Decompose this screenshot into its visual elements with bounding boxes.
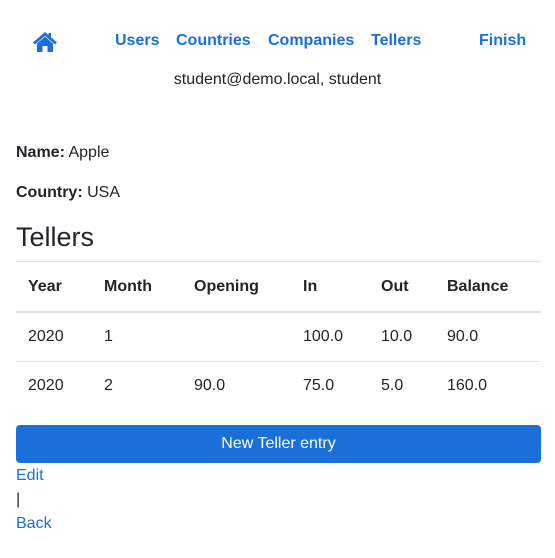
cell-year: 2020: [16, 361, 92, 410]
user-info: student@demo.local, student: [173, 71, 382, 88]
cell-balance: 90.0: [447, 328, 479, 345]
section-title: Tellers: [16, 222, 95, 252]
column-header-in: In: [291, 261, 369, 313]
nav-companies-link[interactable]: Companies: [268, 30, 354, 52]
company-country-label: Country:: [16, 184, 83, 201]
nav-users-link[interactable]: Users: [115, 30, 159, 52]
table-row: 2020 2 90.0 75.0 5.0 160.0: [16, 361, 541, 410]
company-name-value: Apple: [68, 144, 110, 161]
company-country-value: USA: [87, 184, 121, 201]
cell-opening: 90.0: [182, 361, 291, 410]
company-country-field: Country: USA: [16, 183, 120, 203]
top-nav: Users Countries Companies Tellers Finish: [0, 30, 555, 54]
link-separator: |: [16, 491, 21, 508]
column-header-out: Out: [369, 261, 435, 313]
table-row: 2020 1 100.0 10.0 90.0: [16, 312, 541, 362]
cell-month: 1: [104, 328, 113, 345]
company-name-field: Name: Apple: [16, 143, 109, 163]
column-header-opening: Opening: [182, 261, 291, 313]
cell-in: 75.0: [291, 361, 369, 410]
edit-link[interactable]: Edit: [16, 466, 44, 486]
cell-year: 2020: [28, 328, 64, 345]
new-teller-entry-button[interactable]: New Teller entry: [16, 425, 541, 463]
nav-countries-link[interactable]: Countries: [176, 30, 251, 52]
nav-finish-link[interactable]: Finish: [479, 30, 526, 52]
table-header-row: Year Month Opening In Out Balance: [16, 261, 541, 313]
cell-month: 2: [92, 361, 182, 410]
back-link[interactable]: Back: [16, 514, 52, 534]
cell-out: 5.0: [369, 361, 435, 410]
company-name-label: Name:: [16, 144, 65, 161]
nav-tellers-link[interactable]: Tellers: [371, 30, 421, 52]
column-header-year: Year: [16, 261, 92, 313]
cell-balance: 160.0: [435, 361, 541, 410]
column-header-balance: Balance: [435, 261, 541, 313]
cell-opening: [182, 312, 291, 362]
column-header-month: Month: [92, 261, 182, 313]
cell-out: 10.0: [381, 328, 413, 345]
cell-in: 100.0: [303, 328, 344, 345]
tellers-table: Year Month Opening In Out Balance 2020 1…: [16, 261, 541, 410]
